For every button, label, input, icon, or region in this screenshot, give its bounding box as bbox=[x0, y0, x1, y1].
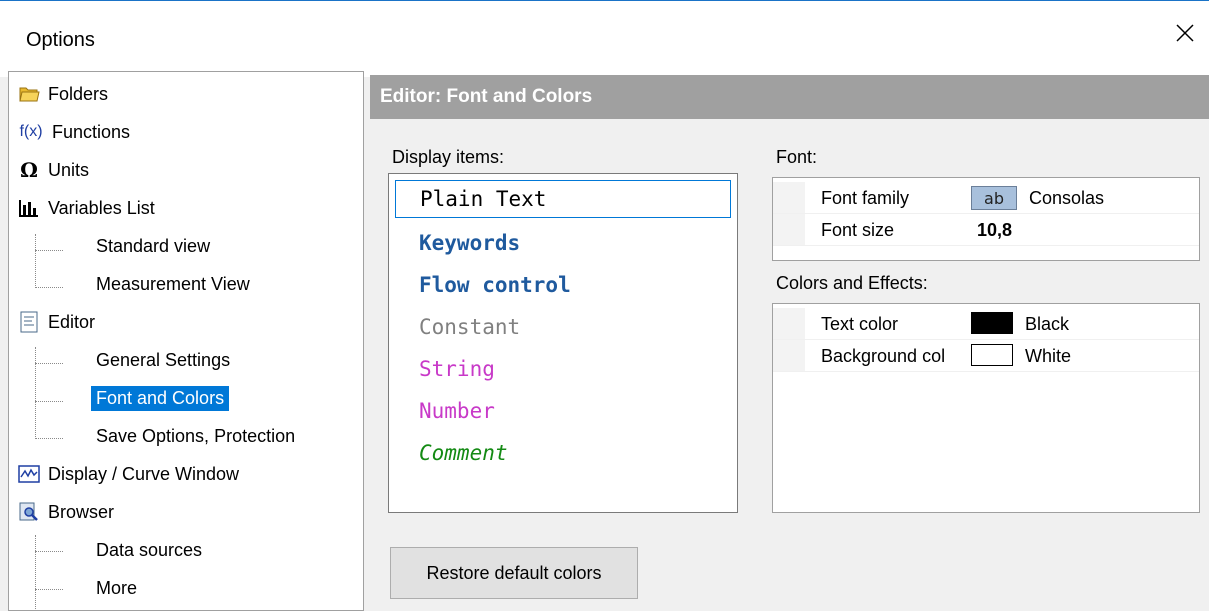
tree-item-save-options[interactable]: Save Options, Protection bbox=[91, 418, 300, 454]
list-item-plain-text[interactable]: Plain Text bbox=[395, 180, 731, 218]
list-item-flow-control[interactable]: Flow control bbox=[395, 266, 731, 304]
tree-item-label: Browser bbox=[48, 501, 115, 522]
text-color-row[interactable]: Text color Black bbox=[773, 308, 1199, 340]
display-items-label: Display items: bbox=[392, 147, 505, 167]
tree-connector bbox=[35, 589, 63, 590]
tree-item-label: More bbox=[96, 577, 138, 598]
font-size-row[interactable]: Font size 10,8 bbox=[773, 214, 1199, 246]
tree-item-label: Font and Colors bbox=[91, 385, 230, 411]
tree-item-editor[interactable]: Editor bbox=[17, 304, 100, 340]
font-family-row[interactable]: Font family ab Consolas bbox=[773, 182, 1199, 214]
list-item-comment[interactable]: Comment bbox=[395, 434, 731, 472]
tree-connector bbox=[35, 363, 63, 364]
tree-item-variables-list[interactable]: Variables List bbox=[17, 190, 160, 226]
options-dialog: Options Folders f(x) Functions Ω Units V… bbox=[0, 0, 1209, 611]
window-title: Options bbox=[26, 29, 95, 51]
tree-item-standard-view[interactable]: Standard view bbox=[91, 228, 215, 264]
restore-default-colors-button[interactable]: Restore default colors bbox=[390, 547, 638, 599]
tree-item-functions[interactable]: f(x) Functions bbox=[17, 114, 135, 150]
tree-item-general-settings[interactable]: General Settings bbox=[91, 342, 235, 378]
tree-item-label: Display / Curve Window bbox=[48, 463, 240, 484]
tree-connector bbox=[35, 438, 63, 439]
editor-icon bbox=[17, 310, 41, 334]
tree-item-label: General Settings bbox=[96, 349, 231, 370]
tree-item-label: Folders bbox=[48, 83, 109, 104]
font-size-label: Font size bbox=[821, 220, 895, 240]
options-tree[interactable]: Folders f(x) Functions Ω Units Variables… bbox=[8, 71, 364, 611]
title-bar: Options bbox=[0, 1, 1209, 77]
background-color-swatch bbox=[971, 344, 1013, 366]
list-item-constant[interactable]: Constant bbox=[395, 308, 731, 346]
list-item-keywords[interactable]: Keywords bbox=[395, 224, 731, 262]
tree-item-display-curve-window[interactable]: Display / Curve Window bbox=[17, 456, 244, 492]
background-color-label: Background col bbox=[821, 346, 946, 366]
tree-connector bbox=[35, 401, 63, 402]
tree-item-data-sources[interactable]: Data sources bbox=[91, 532, 207, 568]
tree-item-label: Functions bbox=[52, 121, 131, 142]
tree-item-more[interactable]: More bbox=[91, 570, 142, 606]
omega-icon: Ω bbox=[20, 158, 38, 182]
function-icon: f(x) bbox=[19, 123, 43, 140]
curve-window-icon bbox=[17, 462, 41, 486]
tree-item-label: Measurement View bbox=[96, 273, 250, 294]
font-property-grid[interactable]: Font family ab Consolas Font size 10,8 bbox=[772, 177, 1200, 261]
font-label: Font: bbox=[776, 147, 818, 167]
folder-icon bbox=[17, 82, 41, 106]
tree-item-font-and-colors[interactable]: Font and Colors bbox=[91, 380, 230, 416]
text-color-label: Text color bbox=[821, 314, 899, 334]
tree-connector bbox=[35, 347, 36, 439]
tree-item-label: Save Options, Protection bbox=[96, 425, 296, 446]
tree-item-label: Editor bbox=[48, 311, 96, 332]
tree-item-measurement-view[interactable]: Measurement View bbox=[91, 266, 255, 302]
tree-item-units[interactable]: Ω Units bbox=[17, 152, 94, 188]
row-gutter bbox=[773, 340, 805, 371]
list-item-string[interactable]: String bbox=[395, 350, 731, 388]
tree-connector bbox=[35, 250, 63, 251]
background-color-row[interactable]: Background col White bbox=[773, 340, 1199, 372]
row-gutter bbox=[773, 182, 805, 213]
tree-item-label: Variables List bbox=[48, 197, 155, 218]
close-button[interactable] bbox=[1161, 11, 1209, 55]
tree-item-folders[interactable]: Folders bbox=[17, 76, 113, 112]
font-size-value: 10,8 bbox=[977, 220, 1013, 240]
font-sample-box: ab bbox=[971, 186, 1017, 210]
row-gutter bbox=[773, 308, 805, 339]
background-color-value: White bbox=[1025, 346, 1072, 366]
list-item-number[interactable]: Number bbox=[395, 392, 731, 430]
section-header: Editor: Font and Colors bbox=[370, 75, 1209, 119]
variables-list-icon bbox=[17, 196, 41, 220]
tree-connector bbox=[35, 551, 63, 552]
colors-effects-label: Colors and Effects: bbox=[776, 273, 928, 293]
tree-item-label: Standard view bbox=[96, 235, 211, 256]
tree-connector bbox=[35, 234, 36, 288]
row-gutter bbox=[773, 214, 805, 245]
colors-property-grid[interactable]: Text color Black Background col White bbox=[772, 303, 1200, 513]
display-items-list[interactable]: Plain Text Keywords Flow control Constan… bbox=[388, 173, 738, 513]
font-family-value: Consolas bbox=[1029, 188, 1105, 208]
tree-connector bbox=[35, 535, 36, 610]
browser-icon bbox=[17, 500, 41, 524]
tree-item-label: Units bbox=[48, 159, 90, 180]
tree-item-label: Data sources bbox=[96, 539, 203, 560]
text-color-swatch bbox=[971, 312, 1013, 334]
close-icon bbox=[1176, 24, 1194, 42]
tree-item-browser[interactable]: Browser bbox=[17, 494, 119, 530]
font-family-label: Font family bbox=[821, 188, 910, 208]
tree-connector bbox=[35, 287, 63, 288]
text-color-value: Black bbox=[1025, 314, 1070, 334]
